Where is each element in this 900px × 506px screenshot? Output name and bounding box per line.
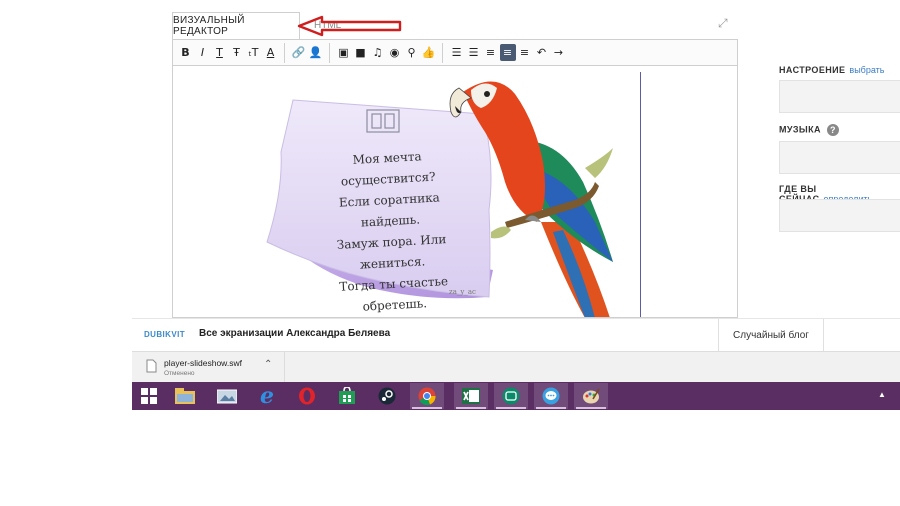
download-bar: player-slideshow.swf Отменено ⌃ [132,351,900,382]
editor-toolbar: B I T ŦₜT A 🔗 👤 ▣ ■ ♫ ◉ ⚲ 👍 ☰ ☰ ≡ ≡ ≡ ↶ → [172,39,738,66]
align-left-icon[interactable]: ≡ [483,44,499,61]
start-icon[interactable] [132,383,166,409]
messenger-icon[interactable] [494,383,528,409]
toolbar-separator [329,42,330,63]
align-right-icon[interactable]: ≡ [517,44,533,61]
user-icon[interactable]: 👤 [308,44,324,61]
undo-icon[interactable]: ↶ [534,44,550,61]
spoiler-icon[interactable]: ◉ [387,44,403,61]
mood-field[interactable] [779,80,900,113]
underline-icon[interactable]: T [212,44,228,61]
image-icon[interactable]: ▣ [336,44,352,61]
chrome-icon[interactable] [410,383,444,409]
mood-label-text: НАСТРОЕНИЕ [779,65,846,75]
help-icon[interactable]: ? [826,124,839,136]
expand-icon[interactable]: ⤢ [718,16,728,31]
strikethrough-icon[interactable]: Ŧ [229,44,245,61]
image-viewer-icon[interactable] [210,383,244,409]
opera-icon[interactable] [290,383,324,409]
link-icon[interactable]: 🔗 [291,44,307,61]
music-label-text: МУЗЫКА [779,124,821,135]
ordered-list-icon[interactable]: ☰ [449,44,465,61]
location-icon[interactable]: ⚲ [404,44,420,61]
location-field[interactable] [779,199,900,232]
note-text: Моя мечта осуществится? Если соратника н… [317,144,466,317]
brand-link[interactable]: DUBIKVIT [144,330,185,339]
bullet-list-icon[interactable]: ☰ [466,44,482,61]
note-line: Замуж пора. Или жениться. [336,232,447,272]
file-explorer-icon[interactable] [168,383,202,409]
toolbar-separator [284,42,285,63]
align-center-icon[interactable]: ≡ [499,44,516,61]
internet-explorer-icon[interactable]: e [250,383,284,409]
annotation-arrow [297,15,402,37]
tray-chevron-up-icon[interactable]: ▲ [878,390,886,399]
page-bar: DUBIKVIT Все экранизации Александра Беля… [132,318,900,352]
excel-icon[interactable] [454,383,488,409]
download-filename[interactable]: player-slideshow.swf [164,358,242,368]
bold-icon[interactable]: B [178,44,194,61]
like-icon[interactable]: 👍 [421,44,437,61]
download-status: Отменено [164,370,195,377]
text-cursor-line [640,72,641,317]
toolbar-separator [442,42,443,63]
chevron-up-icon[interactable]: ⌃ [264,359,272,370]
chat-icon[interactable] [534,383,568,409]
redo-icon[interactable]: → [551,44,567,61]
editor-area[interactable]: Моя мечта осуществится? Если соратника н… [172,66,738,318]
file-icon [146,359,157,373]
taskbar: e ▲ [132,382,900,410]
parrot-image [449,81,613,317]
mood-choose-link[interactable]: выбрать [849,65,884,75]
video-icon[interactable]: ■ [353,44,369,61]
mood-label: НАСТРОЕНИЕ выбрать [779,65,884,75]
article-title-link[interactable]: Все экранизации Александра Беляева [199,328,390,339]
note-line: Если соратника найдешь. [338,190,441,230]
paint-icon[interactable] [574,383,608,409]
font-size-icon[interactable]: ₜT [246,44,262,61]
font-color-icon[interactable]: A [263,44,279,61]
download-divider [284,352,285,382]
italic-icon[interactable]: I [195,44,211,61]
music-icon[interactable]: ♫ [370,44,386,61]
music-field[interactable] [779,141,900,174]
store-icon[interactable] [330,383,364,409]
tab-visual-editor[interactable]: ВИЗУАЛЬНЫЙ РЕДАКТОР [172,12,300,39]
random-blog-button[interactable]: Случайный блог [718,319,824,352]
steam-icon[interactable] [370,383,404,409]
music-label: МУЗЫКА? [779,124,839,136]
note-line: Моя мечта осуществится? [340,149,436,189]
note-line: Тогда ты счастье обретешь. [339,274,449,314]
